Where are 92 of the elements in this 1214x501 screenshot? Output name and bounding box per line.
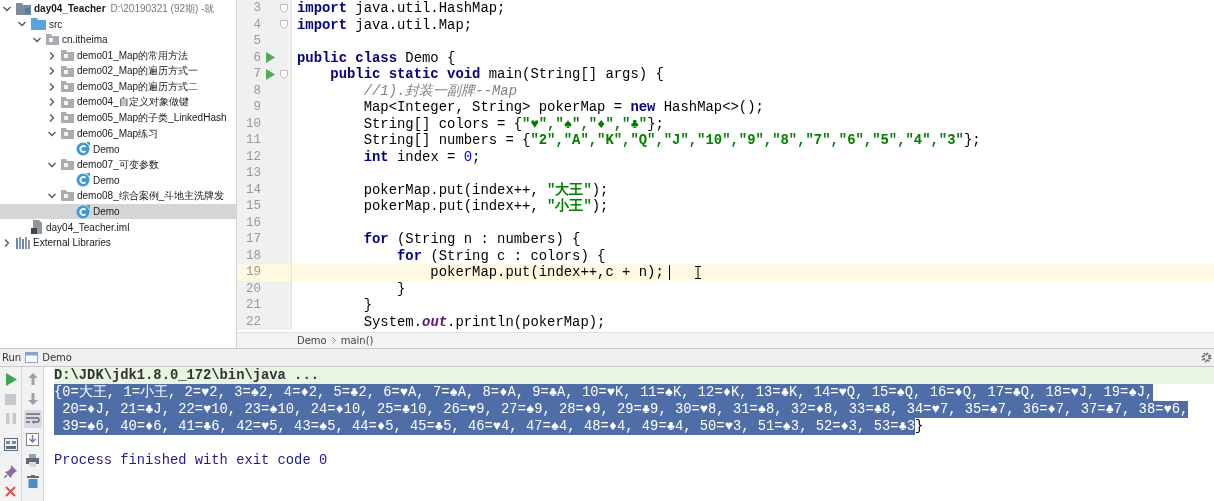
trash-icon[interactable] <box>26 475 39 488</box>
console-text: } <box>915 418 924 435</box>
line-number: 22 <box>245 314 261 329</box>
code-line: import java.util.HashMap; <box>296 0 506 17</box>
code-line: pokerMap.put(index++, "大王"); <box>362 181 609 198</box>
package-icon <box>61 159 74 171</box>
line-number: 21 <box>245 298 261 313</box>
soft-wrap-button[interactable] <box>23 410 42 428</box>
file-icon <box>31 220 43 235</box>
text-cursor-icon <box>695 265 702 279</box>
breadcrumb[interactable]: main() <box>340 335 374 346</box>
code-line: for (String n : numbers) { <box>362 231 581 248</box>
class-icon <box>76 173 90 188</box>
close-icon[interactable] <box>5 486 16 497</box>
console-text: 20=♦J, 21=♣J, 22=♥10, 23=♠10, 24=♦10, 25=♣10, 26=♥9, 27=♠9, 28=♦9, 29=♣9, 30=♥8, 31=♠8, 32=♦8, 33=♣8, 34=♥7, 35=♠7, 36=♦7, 37=♣7, 38=♥6, <box>54 401 1189 418</box>
line-number: 20 <box>245 281 261 296</box>
tree-item[interactable]: External Libraries <box>0 234 236 251</box>
code-line: Map<Integer, String> pokerMap = new HashMap<>(); <box>362 99 764 116</box>
print-icon[interactable] <box>26 454 39 467</box>
line-number: 17 <box>245 232 261 247</box>
console-text: 39=♠6, 40=♦6, 41=♣6, 42=♥5, 43=♠5, 44=♦5, 45=♣5, 46=♥4, 47=♠4, 48=♦4, 49=♣4, 50=♥3, 51=♠3, 52=♦3, 53=♣3 <box>54 418 916 435</box>
folder-icon <box>31 18 46 31</box>
package-icon <box>61 96 74 108</box>
line-number: 5 <box>252 34 261 49</box>
tree-item[interactable]: demo01_Map的常用方法 <box>0 47 236 64</box>
console-text: D:\JDK\jdk1.8.0_172\bin\java ... <box>54 367 319 384</box>
code-line: for (String c : colors) { <box>396 247 606 264</box>
package-icon <box>61 81 74 93</box>
code-line: import java.util.Map; <box>296 16 473 33</box>
line-number: 12 <box>245 149 261 164</box>
tree-item[interactable]: day04_Teacher D:\20190321 (92期) -就 <box>0 1 236 17</box>
code-line: pokerMap.put(index++,c + n); <box>429 264 664 281</box>
tree-item[interactable]: Demo <box>0 203 236 220</box>
line-number: 19 <box>245 265 261 280</box>
class-icon <box>76 142 90 157</box>
text-caret <box>668 264 671 280</box>
code-line: System.out.println(pokerMap); <box>362 313 606 330</box>
tree-item[interactable]: demo08_综合案例_斗地主洗牌发 <box>0 188 236 204</box>
line-number: 15 <box>245 199 261 214</box>
code-line: } <box>362 297 373 314</box>
tree-item[interactable]: demo02_Map的遍历方式一 <box>0 63 236 79</box>
line-number: 9 <box>252 100 261 115</box>
tree-item[interactable]: day04_Teacher.iml <box>0 219 236 235</box>
code-line: } <box>396 280 406 297</box>
line-number: 13 <box>245 166 261 181</box>
console-text: {0=大王, 1=小王, 2=♥2, 3=♠2, 4=♦2, 5=♣2, 6=♥A, 7=♠A, 8=♦A, 9=♣A, 10=♥K, 11=♠K, 12=♦K, 13=♣K, 14=♥Q, 15=♠Q, 16=♦Q, 17=♣Q, 18=♥J, 19=♠J, <box>54 384 1154 401</box>
pin-icon[interactable] <box>4 465 17 478</box>
scroll-to-end-icon[interactable] <box>26 433 39 446</box>
tree-item[interactable]: demo05_Map的子类_LinkedHash <box>0 110 236 126</box>
code-line: //1).封装一副牌--Map <box>362 82 518 99</box>
package-icon <box>61 112 74 124</box>
line-number: 10 <box>245 116 261 131</box>
line-number: 8 <box>252 83 261 98</box>
breadcrumb[interactable]: Demo <box>297 335 327 346</box>
code-line: public class Demo { <box>296 49 456 66</box>
code-line: pokerMap.put(index++, "小王"); <box>362 198 609 215</box>
window-icon <box>25 352 39 363</box>
code-line: String[] colors = {"♥","♠","♦","♣"}; <box>362 115 664 132</box>
line-number: 6 <box>252 50 261 65</box>
line-number: 11 <box>245 133 261 148</box>
panel-title: Run <box>2 352 22 363</box>
settings-icon[interactable] <box>1201 352 1212 363</box>
package-icon <box>61 190 74 202</box>
tree-item[interactable]: demo03_Map的遍历方式二 <box>0 78 236 95</box>
tree-item[interactable]: demo06_Map练习 <box>0 125 236 142</box>
line-number: 4 <box>252 17 261 32</box>
tree-item[interactable]: Demo <box>0 141 236 157</box>
code-line: String[] numbers = {"2","A","K","Q","J","10","9","8","7","6","5","4","3"}; <box>362 132 981 149</box>
library-icon <box>16 236 30 249</box>
package-icon <box>61 65 74 77</box>
tree-item[interactable]: demo07_可变参数 <box>0 156 236 173</box>
line-number: 18 <box>245 248 261 263</box>
class-icon <box>76 204 90 219</box>
tree-item[interactable]: demo04_自定义对象做键 <box>0 94 236 111</box>
package-icon <box>46 34 59 46</box>
run-icon[interactable] <box>4 373 17 386</box>
code-line: int index = 0; <box>362 148 481 165</box>
run-tab[interactable]: Demo <box>42 352 72 363</box>
layout-icon[interactable] <box>3 438 18 451</box>
module-folder-icon <box>16 2 31 16</box>
console-text: Process finished with exit code 0 <box>54 452 328 469</box>
line-number: 3 <box>252 1 261 16</box>
chevron-icon <box>331 337 336 344</box>
line-number: 16 <box>245 215 261 230</box>
package-icon <box>61 128 74 140</box>
code-line: public static void main(String[] args) { <box>329 66 664 83</box>
line-number: 7 <box>252 67 261 82</box>
tree-item[interactable]: src <box>0 16 236 33</box>
tree-item[interactable]: cn.itheima <box>0 32 236 48</box>
package-icon <box>61 50 74 62</box>
tree-item[interactable]: Demo <box>0 172 236 189</box>
line-number: 14 <box>245 182 261 197</box>
